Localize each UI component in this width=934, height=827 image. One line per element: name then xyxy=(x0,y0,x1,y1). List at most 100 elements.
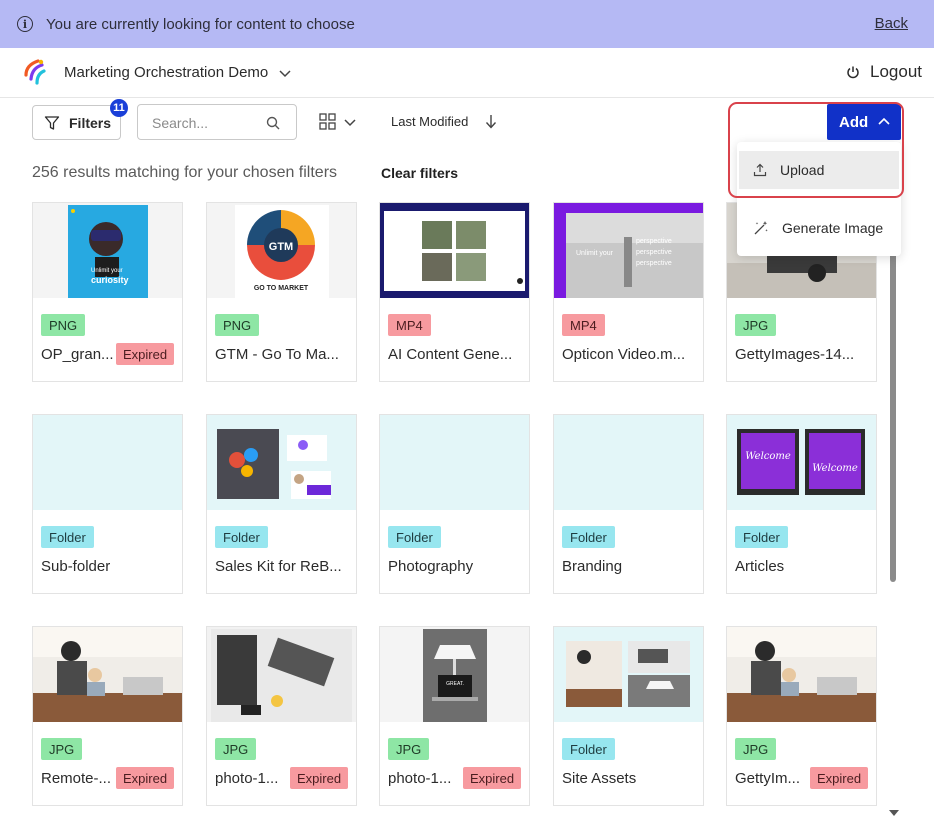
file-type-badge: JPG xyxy=(735,314,777,336)
thumb-text: Welcome xyxy=(812,463,858,474)
app-logo xyxy=(24,59,46,85)
folder-thumbnail xyxy=(554,415,703,510)
search-input[interactable] xyxy=(152,114,262,132)
asset-name: Opticon Video.m... xyxy=(562,346,686,363)
add-dropdown-menu: Upload Generate Image xyxy=(737,142,901,256)
thumb-text: curiosity xyxy=(91,275,129,285)
thumb-text: Welcome xyxy=(745,451,791,462)
folder-card[interactable]: Folder Site Assets xyxy=(553,626,704,806)
banner-message: You are currently looking for content to… xyxy=(46,15,355,33)
asset-thumbnail: Unlimit your perspective perspective per… xyxy=(554,203,703,298)
asset-card[interactable]: MP4 AI Content Gene... xyxy=(379,202,530,382)
folder-card[interactable]: Folder Sales Kit for ReB... xyxy=(206,414,357,594)
asset-card[interactable]: Unlimit your perspective perspective per… xyxy=(553,202,704,382)
asset-name: OP_gran... xyxy=(41,346,114,363)
asset-thumbnail: GREAT. xyxy=(380,627,529,722)
expired-badge: Expired xyxy=(463,767,522,789)
chevron-down-icon xyxy=(279,69,291,77)
folder-card[interactable]: Folder Branding xyxy=(553,414,704,594)
asset-thumbnail xyxy=(380,203,529,298)
file-type-badge: JPG xyxy=(41,738,83,760)
asset-thumbnail: Unlimit your curiosity xyxy=(33,203,182,298)
info-banner: i You are currently looking for content … xyxy=(0,0,934,48)
thumb-text: Unlimit your xyxy=(576,250,614,257)
menu-item-upload[interactable]: Upload xyxy=(739,151,899,189)
folder-badge: Folder xyxy=(41,526,94,548)
asset-card[interactable]: Unlimit your curiosity PNG OP_gran... Ex… xyxy=(32,202,183,382)
app-header: Marketing Orchestration Demo Logout xyxy=(0,48,934,98)
arrow-down-icon[interactable] xyxy=(485,114,497,129)
asset-card[interactable]: GTM GO TO MARKET PNG GTM - Go To Ma... xyxy=(206,202,357,382)
thumb-text: GO TO MARKET xyxy=(254,285,309,292)
asset-name: GettyImages-14... xyxy=(735,346,855,363)
file-type-badge: JPG xyxy=(735,738,777,760)
thumb-text: GTM xyxy=(269,241,293,253)
view-mode-toggle[interactable] xyxy=(319,113,356,130)
asset-name: GTM - Go To Ma... xyxy=(215,346,339,363)
file-type-badge: JPG xyxy=(215,738,257,760)
folder-name: Sales Kit for ReB... xyxy=(215,558,342,575)
folder-name: Sub-folder xyxy=(41,558,111,575)
filters-count-badge: 11 xyxy=(110,99,128,117)
folder-badge: Folder xyxy=(735,526,788,548)
file-type-badge: MP4 xyxy=(388,314,431,336)
file-type-badge: PNG xyxy=(41,314,86,336)
add-button[interactable]: Add xyxy=(827,104,901,140)
folder-badge: Folder xyxy=(215,526,268,548)
folder-thumbnail xyxy=(207,415,356,510)
folder-name: Branding xyxy=(562,558,623,575)
asset-name: Remote-... xyxy=(41,770,112,787)
thumb-text: perspective xyxy=(636,238,672,245)
upload-icon xyxy=(753,163,767,177)
thumb-text: perspective xyxy=(636,249,672,256)
thumb-text: perspective xyxy=(636,260,672,267)
asset-card[interactable]: JPG Remote-... Expired xyxy=(32,626,183,806)
expired-badge: Expired xyxy=(116,767,175,789)
folder-thumbnail xyxy=(554,627,703,722)
asset-thumbnail xyxy=(33,627,182,722)
asset-name: photo-1... xyxy=(388,770,452,787)
chevron-down-icon xyxy=(344,118,356,126)
chevron-up-icon xyxy=(878,117,890,125)
filter-icon xyxy=(44,115,60,130)
grid-view-icon xyxy=(319,113,336,130)
search-icon[interactable] xyxy=(266,116,280,130)
folder-name: Articles xyxy=(735,558,785,575)
logout-label: Logout xyxy=(870,62,922,81)
folder-card[interactable]: Welcome Welcome Folder Articles xyxy=(726,414,877,594)
asset-card[interactable]: JPG photo-1... Expired xyxy=(206,626,357,806)
results-summary: 256 results matching for your chosen fil… xyxy=(32,164,338,181)
clear-filters-link[interactable]: Clear filters xyxy=(381,165,458,181)
thumb-text: GREAT. xyxy=(446,681,464,687)
file-type-badge: MP4 xyxy=(562,314,605,336)
power-icon xyxy=(847,66,859,79)
asset-name: AI Content Gene... xyxy=(388,346,513,363)
asset-thumbnail: GTM GO TO MARKET xyxy=(207,203,356,298)
asset-thumbnail xyxy=(727,627,876,722)
logout-button[interactable]: Logout xyxy=(846,62,922,82)
asset-card[interactable]: GREAT. JPG photo-1... Expired xyxy=(379,626,530,806)
folder-card[interactable]: Folder Sub-folder xyxy=(32,414,183,594)
sort-selector[interactable]: Last Modified xyxy=(391,114,468,129)
workspace-name: Marketing Orchestration Demo xyxy=(64,64,269,81)
asset-thumbnail xyxy=(207,627,356,722)
file-type-badge: JPG xyxy=(388,738,430,760)
folder-badge: Folder xyxy=(562,526,615,548)
thumb-text: Unlimit your xyxy=(91,268,123,274)
menu-item-label: Upload xyxy=(780,162,825,178)
folder-card[interactable]: Folder Photography xyxy=(379,414,530,594)
expired-badge: Expired xyxy=(116,343,175,365)
filters-label: Filters xyxy=(69,114,112,131)
menu-item-generate-image[interactable]: Generate Image xyxy=(739,209,901,247)
folder-thumbnail xyxy=(33,415,182,510)
folder-name: Site Assets xyxy=(562,770,637,787)
workspace-selector[interactable]: Marketing Orchestration Demo xyxy=(64,64,291,81)
asset-card[interactable]: JPG GettyIm... Expired xyxy=(726,626,877,806)
scrollbar-thumb[interactable] xyxy=(890,210,896,582)
filters-button[interactable]: Filters xyxy=(32,105,121,140)
scroll-down-arrow-icon[interactable] xyxy=(889,810,899,816)
expired-badge: Expired xyxy=(290,767,349,789)
folder-badge: Folder xyxy=(388,526,441,548)
expired-badge: Expired xyxy=(810,767,869,789)
back-link[interactable]: Back xyxy=(875,15,908,32)
